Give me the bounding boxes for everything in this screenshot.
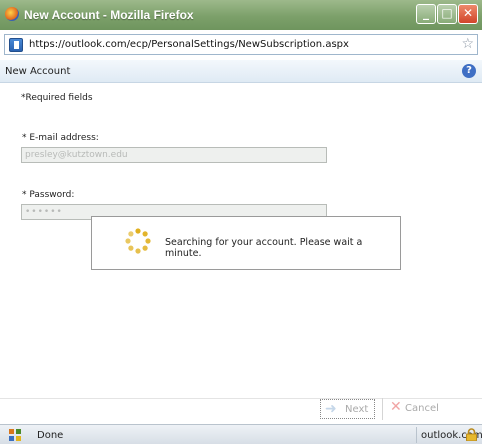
address-bar[interactable]: https://outlook.com/ecp/PersonalSettings… — [4, 34, 478, 55]
page-icon — [9, 38, 23, 52]
status-bar: Done outlook.com — [0, 424, 482, 444]
lock-icon[interactable] — [466, 428, 477, 441]
star-icon[interactable]: ☆ — [461, 36, 474, 52]
next-label: Next — [345, 404, 369, 415]
window-title: New Account - Mozilla Firefox — [24, 8, 194, 22]
firefox-logo-icon — [5, 7, 19, 21]
help-icon[interactable]: ? — [462, 64, 476, 78]
cancel-label: Cancel — [405, 403, 439, 414]
spinner-icon — [125, 228, 151, 254]
window-titlebar: New Account - Mozilla Firefox _ □ ✕ — [0, 0, 482, 30]
status-text: Done — [37, 430, 64, 441]
page-title: New Account — [5, 66, 71, 77]
cancel-button[interactable]: ✕ Cancel — [390, 399, 450, 419]
next-arrow-icon: ➜ — [325, 401, 337, 417]
minimize-button[interactable]: _ — [416, 4, 436, 24]
email-field[interactable]: presley@kutztown.edu — [21, 147, 327, 163]
url-text[interactable]: https://outlook.com/ecp/PersonalSettings… — [29, 39, 349, 50]
password-label: * Password: — [22, 190, 75, 200]
popup-message: Searching for your account. Please wait … — [165, 237, 363, 259]
page-header: New Account ? — [0, 60, 482, 83]
footer-divider — [0, 398, 482, 399]
status-grid-icon — [9, 429, 21, 441]
next-button[interactable]: ➜ Next — [320, 399, 375, 419]
required-fields-note: *Required fields — [21, 93, 93, 103]
cancel-x-icon: ✕ — [390, 399, 402, 415]
status-separator — [416, 427, 417, 443]
email-label: * E-mail address: — [22, 133, 99, 143]
maximize-button[interactable]: □ — [437, 4, 457, 24]
button-separator — [382, 398, 383, 420]
searching-popup: Searching for your account. Please wait … — [91, 216, 401, 270]
close-button[interactable]: ✕ — [458, 4, 478, 24]
